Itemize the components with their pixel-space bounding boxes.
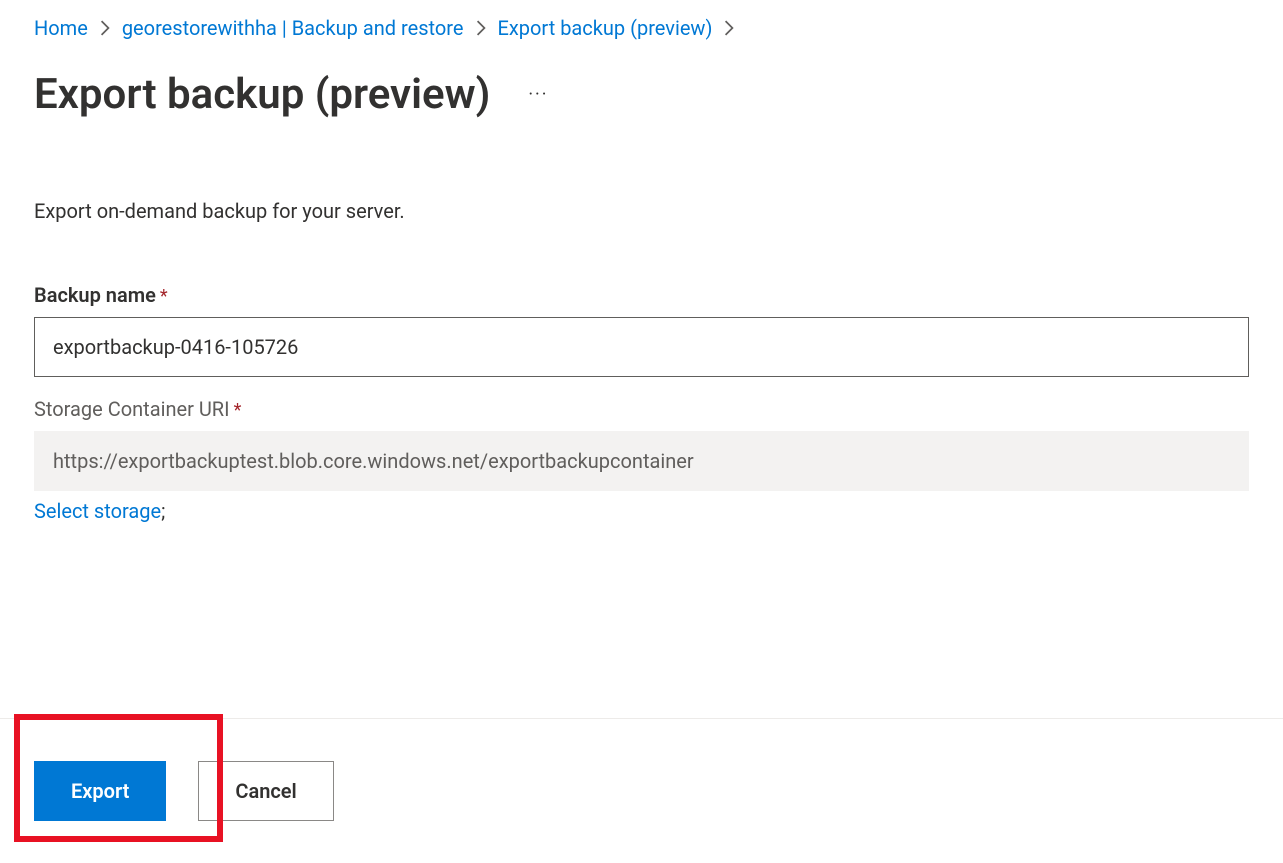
backup-name-input[interactable]	[34, 317, 1249, 377]
select-storage-link[interactable]: Select storage	[34, 499, 161, 523]
breadcrumb-home[interactable]: Home	[34, 16, 88, 40]
select-storage-suffix: ;	[161, 499, 165, 523]
chevron-right-icon	[724, 20, 734, 36]
storage-uri-label: Storage Container URI	[34, 397, 230, 421]
storage-uri-field-group: Storage Container URI* Select storage;	[34, 397, 1249, 523]
footer-actions: Export Cancel	[0, 718, 1283, 863]
storage-uri-input[interactable]	[34, 431, 1249, 491]
cancel-button[interactable]: Cancel	[198, 761, 333, 821]
required-indicator: *	[160, 286, 168, 307]
required-indicator: *	[234, 400, 242, 421]
page-description: Export on-demand backup for your server.	[34, 199, 1249, 223]
export-button[interactable]: Export	[34, 761, 166, 821]
breadcrumb-export-backup[interactable]: Export backup (preview)	[498, 16, 713, 40]
more-actions-button[interactable]: ···	[520, 80, 556, 109]
backup-name-label: Backup name	[34, 283, 156, 307]
chevron-right-icon	[476, 20, 486, 36]
backup-name-field-group: Backup name*	[34, 283, 1249, 377]
chevron-right-icon	[100, 20, 110, 36]
breadcrumb: Home georestorewithha | Backup and resto…	[34, 16, 1249, 40]
page-title: Export backup (preview)	[34, 70, 490, 119]
breadcrumb-resource[interactable]: georestorewithha | Backup and restore	[122, 16, 464, 40]
